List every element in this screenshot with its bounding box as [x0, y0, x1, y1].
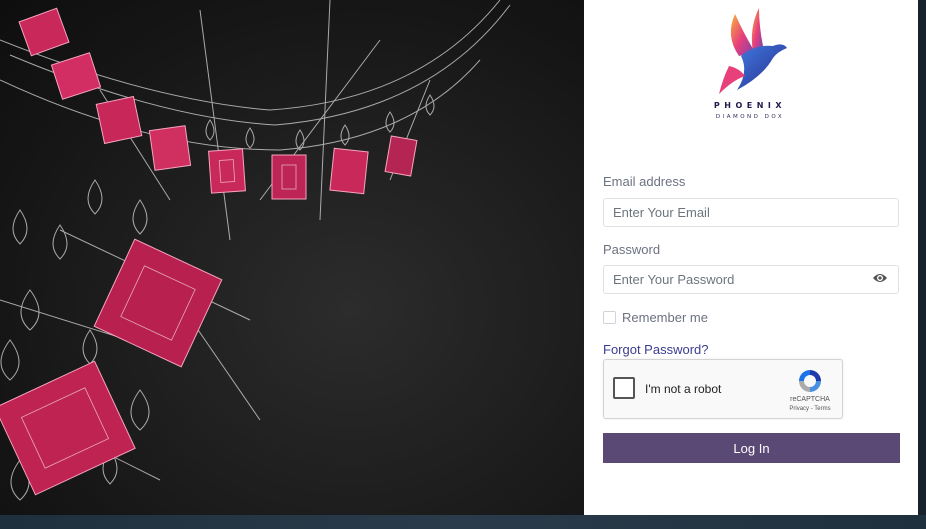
recaptcha-links[interactable]: Privacy - Terms	[786, 406, 834, 412]
email-label: Email address	[603, 174, 686, 189]
eye-icon[interactable]	[872, 272, 888, 284]
password-field[interactable]	[603, 265, 899, 294]
recaptcha-label: I'm not a robot	[645, 382, 722, 396]
password-label: Password	[603, 242, 661, 257]
jewelry-sketch	[0, 0, 511, 501]
email-field[interactable]	[603, 198, 899, 227]
login-button[interactable]: Log In	[603, 433, 900, 463]
recaptcha-brand: reCAPTCHA	[790, 396, 830, 403]
remember-label: Remember me	[622, 310, 708, 325]
phoenix-logo-icon	[719, 8, 787, 94]
brand-name: PHOENIX	[713, 101, 787, 110]
recaptcha-checkbox[interactable]	[613, 377, 635, 399]
brand-tagline: DIAMOND DOX	[715, 114, 785, 120]
forgot-password-link[interactable]: Forgot Password?	[603, 342, 709, 357]
remember-checkbox[interactable]	[603, 311, 616, 324]
recaptcha-icon	[799, 370, 821, 392]
window-edge	[918, 0, 926, 515]
hero-image	[0, 0, 584, 515]
bottom-strip	[0, 515, 926, 529]
